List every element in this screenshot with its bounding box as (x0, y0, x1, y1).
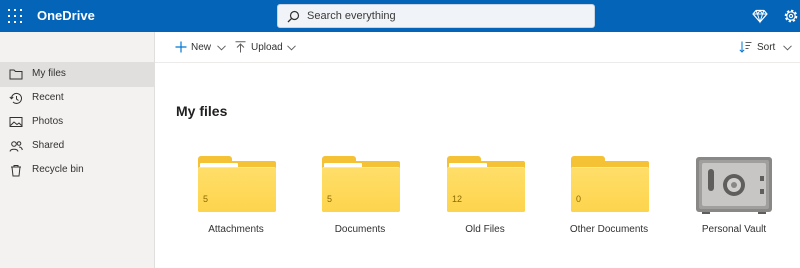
command-bar: New Upload Sort (155, 32, 800, 63)
folder-tile-old-files[interactable]: 12 Old Files (425, 152, 535, 242)
item-count: 12 (452, 194, 463, 204)
sort-icon (739, 41, 752, 53)
sidebar-item-label: Recent (32, 92, 64, 103)
plus-icon (175, 41, 187, 53)
search-box[interactable]: Search everything (277, 4, 595, 28)
history-icon (9, 92, 22, 104)
sidebar: My files Recent Photos Shared Recycle bi… (0, 32, 155, 268)
new-button-label: New (191, 42, 212, 53)
sidebar-item-label: Photos (32, 116, 64, 127)
sidebar-item-photos[interactable]: Photos (0, 110, 154, 135)
app-title[interactable]: OneDrive (37, 8, 95, 24)
item-count: 0 (576, 194, 582, 204)
sidebar-item-my-files[interactable]: My files (0, 62, 154, 87)
folder-tile-documents[interactable]: 5 Documents (300, 152, 410, 242)
item-count: 5 (203, 194, 209, 204)
new-button[interactable]: New (175, 40, 227, 56)
people-icon (9, 141, 23, 152)
trash-icon (11, 165, 21, 177)
folder-icon (9, 69, 23, 80)
folder-icon: 12 (447, 156, 525, 212)
chevron-down-icon (287, 45, 296, 51)
folder-icon: 0 (571, 156, 649, 212)
upload-button[interactable]: Upload (235, 40, 299, 56)
tile-name[interactable]: Documents (300, 224, 420, 236)
folder-icon: 5 (322, 156, 400, 212)
sidebar-item-label: My files (32, 68, 66, 79)
tile-name[interactable]: Old Files (425, 224, 545, 236)
sort-button[interactable]: Sort (739, 40, 795, 56)
sidebar-item-label: Shared (32, 140, 65, 151)
sidebar-item-recycle-bin[interactable]: Recycle bin (0, 158, 154, 183)
sidebar-item-recent[interactable]: Recent (0, 86, 154, 111)
personal-vault-tile[interactable]: Personal Vault (674, 152, 784, 242)
item-count: 5 (327, 194, 333, 204)
chevron-down-icon (783, 45, 792, 51)
upload-button-label: Upload (251, 42, 283, 53)
folder-tile-attachments[interactable]: 5 Attachments (176, 152, 286, 242)
top-bar: OneDrive Search everything (0, 0, 800, 32)
sidebar-item-label: Recycle bin (32, 164, 84, 175)
tile-name[interactable]: Other Documents (549, 224, 669, 236)
diamond-icon[interactable] (752, 8, 768, 24)
search-icon (287, 10, 300, 23)
sidebar-item-shared[interactable]: Shared (0, 134, 154, 159)
page-title: My files (176, 103, 228, 119)
folder-tile-other-documents[interactable]: 0 Other Documents (549, 152, 659, 242)
upload-icon (235, 41, 246, 53)
image-icon (9, 117, 23, 127)
app-launcher-icon[interactable] (8, 9, 22, 23)
vault-icon (696, 157, 772, 214)
tile-name[interactable]: Attachments (176, 224, 296, 236)
chevron-down-icon (217, 45, 226, 51)
tile-name[interactable]: Personal Vault (674, 224, 794, 236)
folder-icon: 5 (198, 156, 276, 212)
sort-button-label: Sort (757, 42, 776, 53)
gear-icon[interactable] (783, 8, 799, 24)
search-input[interactable]: Search everything (307, 10, 396, 23)
